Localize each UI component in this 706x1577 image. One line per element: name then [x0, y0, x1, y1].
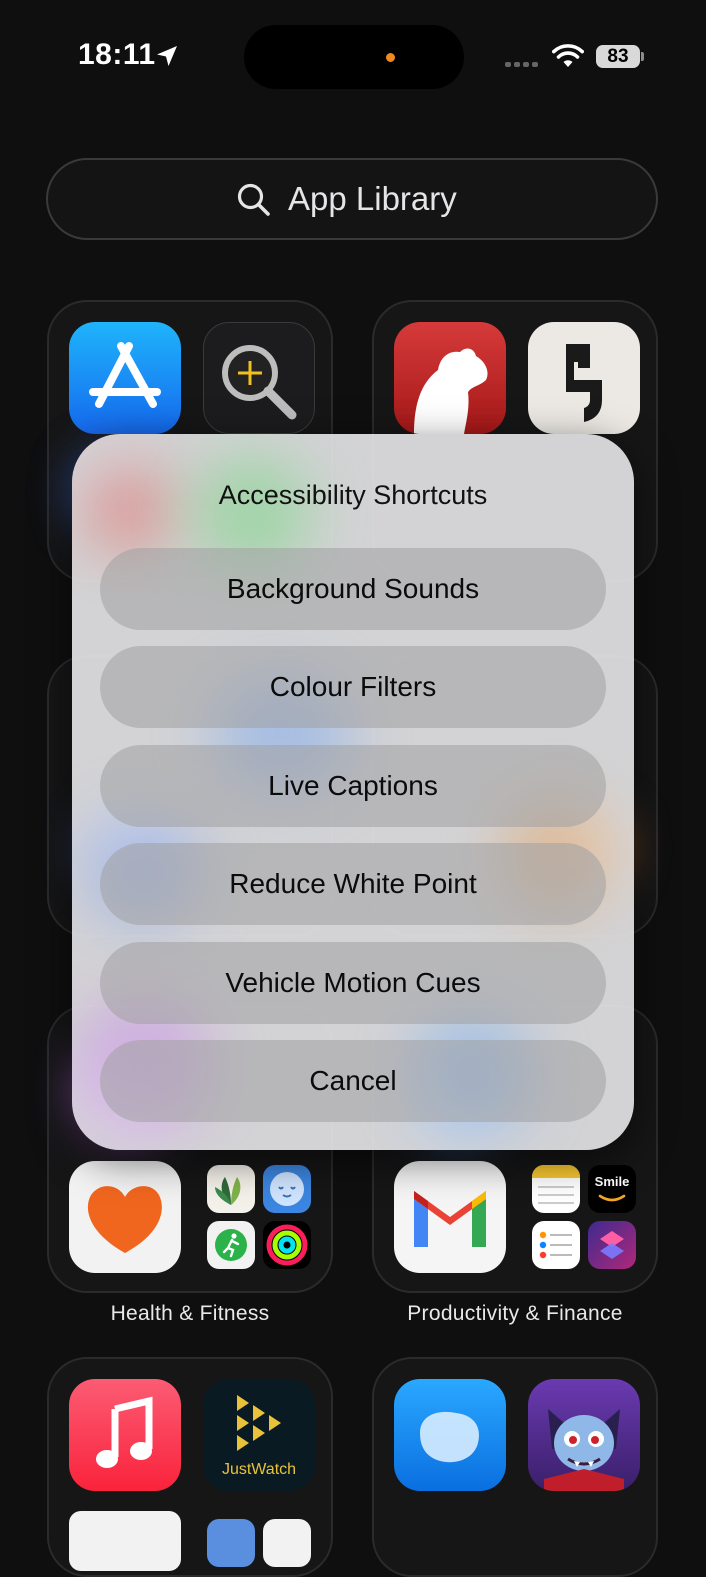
battery-tip: [641, 52, 644, 61]
status-time: 18:11: [78, 38, 156, 71]
balance-app-icon[interactable]: [207, 1165, 255, 1213]
search-icon: [237, 183, 270, 216]
justwatch-app-icon[interactable]: JustWatch: [203, 1379, 315, 1491]
fitness-runner-app-icon[interactable]: [207, 1221, 255, 1269]
partial-app-icon: [207, 1519, 255, 1567]
accessibility-shortcuts-dialog: Accessibility Shortcuts Background Sound…: [72, 434, 634, 1150]
music-app-icon[interactable]: [69, 1379, 181, 1491]
reminders-app-icon[interactable]: [532, 1221, 580, 1269]
dynamic-island: [244, 25, 464, 89]
location-arrow-icon: [157, 46, 177, 66]
privacy-indicator-dot: [386, 53, 395, 62]
option-background-sounds[interactable]: Background Sounds: [100, 548, 606, 630]
gmail-app-icon[interactable]: [394, 1161, 506, 1273]
option-reduce-white-point[interactable]: Reduce White Point: [100, 843, 606, 925]
app-store-icon[interactable]: [69, 322, 181, 434]
wifi-icon: [552, 44, 584, 67]
option-colour-filters[interactable]: Colour Filters: [100, 646, 606, 728]
battery-level: 83: [596, 45, 640, 68]
option-live-captions[interactable]: Live Captions: [100, 745, 606, 827]
activity-rings-icon[interactable]: [263, 1221, 311, 1269]
freeform-app-icon[interactable]: [394, 1379, 506, 1491]
search-placeholder: App Library: [288, 180, 457, 217]
sleep-app-icon[interactable]: [263, 1165, 311, 1213]
folder-label-health-fitness: Health & Fitness: [110, 1302, 270, 1325]
shortform-app-icon[interactable]: [528, 322, 640, 434]
partial-app-icon: [69, 1511, 181, 1571]
cancel-button[interactable]: Cancel: [100, 1040, 606, 1122]
option-vehicle-motion-cues[interactable]: Vehicle Motion Cues: [100, 942, 606, 1024]
health-app-icon[interactable]: [69, 1161, 181, 1273]
bear-app-icon[interactable]: [394, 322, 506, 434]
folder-entertainment[interactable]: JustWatch: [47, 1357, 333, 1577]
smile-app-icon[interactable]: Smile: [588, 1165, 636, 1213]
vampire-game-icon[interactable]: [528, 1379, 640, 1491]
justwatch-app-label: JustWatch: [221, 1461, 297, 1478]
notes-app-icon[interactable]: [532, 1165, 580, 1213]
partial-app-icon: [263, 1519, 311, 1567]
dialog-title: Accessibility Shortcuts: [218, 480, 488, 510]
folder-label-productivity-finance: Productivity & Finance: [407, 1302, 623, 1325]
magnifier-icon[interactable]: [203, 322, 315, 434]
shortcuts-app-icon[interactable]: [588, 1221, 636, 1269]
folder-games[interactable]: [372, 1357, 658, 1577]
